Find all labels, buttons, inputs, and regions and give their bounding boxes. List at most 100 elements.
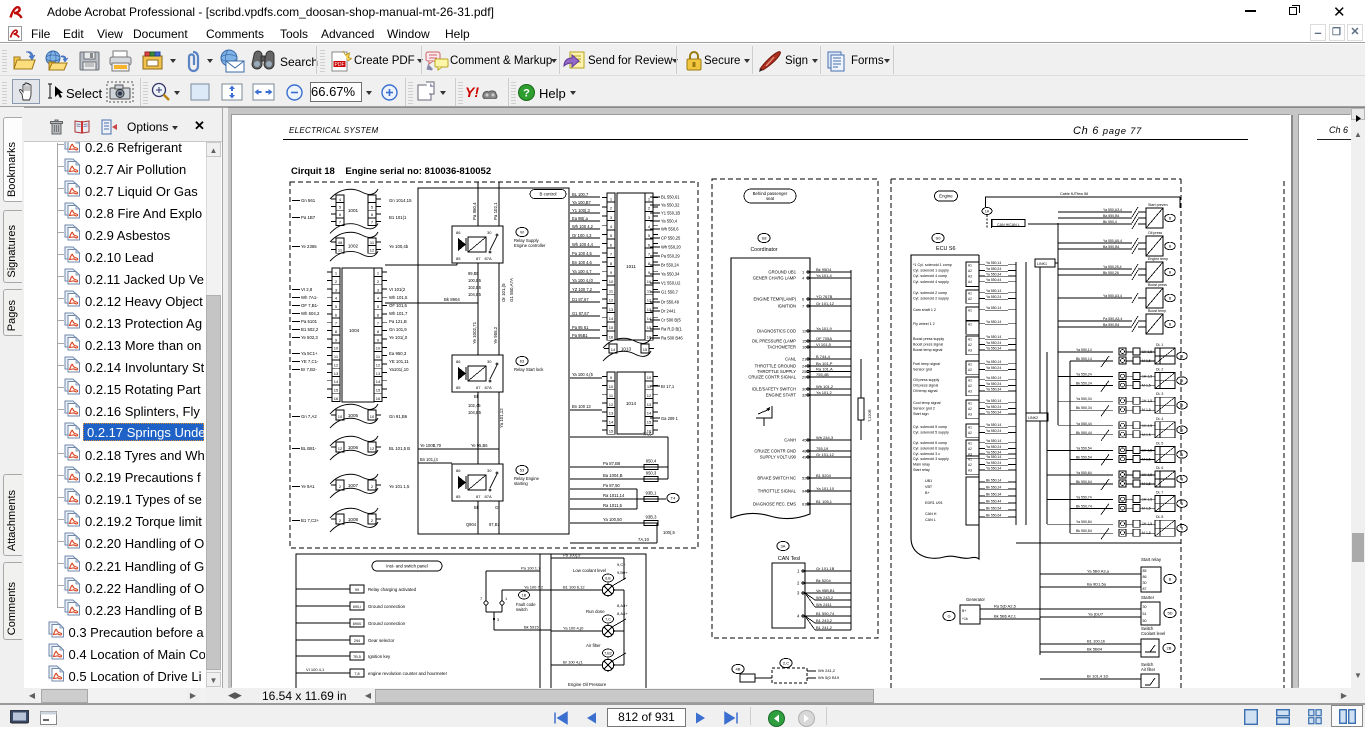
svg-text:B control: B control	[540, 192, 557, 197]
svg-text:DL 8: DL 8	[1156, 515, 1163, 519]
svg-text:Ya 550,34: Ya 550,34	[986, 272, 1001, 276]
svg-text:Air filter: Air filter	[586, 643, 601, 648]
svg-text:BL 101,5 B: BL 101,5 B	[389, 446, 410, 451]
svg-text:Ya 101,12: Ya 101,12	[499, 408, 504, 428]
svg-text:A3: A3	[968, 413, 972, 417]
svg-text:VI 100 4,1: VI 100 4,1	[306, 667, 325, 672]
svg-text:Ra 1011,5: Ra 1011,5	[603, 503, 623, 508]
svg-text:5: 5	[371, 204, 374, 209]
svg-text:A4: A4	[968, 280, 972, 284]
svg-text:Pa 87,50: Pa 87,50	[603, 483, 620, 488]
svg-text:B1 100 6,12: B1 100 6,12	[563, 585, 585, 590]
svg-text:Cyl. solenoid 2 comp: Cyl. solenoid 2 comp	[913, 291, 947, 295]
svg-text:A1: A1	[968, 378, 972, 382]
svg-text:B: B	[1169, 297, 1172, 301]
svg-text:B: B	[1181, 404, 1184, 408]
svg-text:Cyl. solenoid 6 supply: Cyl. solenoid 6 supply	[913, 447, 949, 451]
svg-text:Oil press signal: Oil press signal	[913, 384, 938, 388]
svg-text:21: 21	[802, 357, 807, 362]
svg-text:Wh 101,2: Wh 101,2	[816, 384, 834, 389]
svg-text:Ya 550,34: Ya 550,34	[986, 410, 1001, 414]
svg-text:Pa 5101: Pa 5101	[301, 319, 318, 324]
svg-text:Ya 550,34: Ya 550,34	[986, 387, 1001, 391]
svg-text:Ya 550,34: Ya 550,34	[1076, 397, 1092, 401]
svg-text:Bn 100 13: Bn 100 13	[572, 404, 591, 409]
svg-text:Dr 2441: Dr 2441	[661, 309, 676, 314]
svg-text:A3: A3	[968, 469, 972, 473]
svg-text:starting: starting	[514, 481, 528, 486]
svg-text:Ya 550,4: Ya 550,4	[661, 219, 678, 224]
svg-text:ECU S6: ECU S6	[936, 246, 955, 252]
svg-text:Ya 101,9: Ya 101,9	[816, 326, 832, 331]
svg-text:OF 101,6: OF 101,6	[389, 303, 408, 308]
svg-text:Gear selector: Gear selector	[368, 638, 395, 643]
svg-text:1008: 1008	[348, 517, 359, 522]
svg-text:7A,10: 7A,10	[638, 537, 650, 542]
svg-text:B: B	[1181, 379, 1184, 383]
svg-text:seat: seat	[766, 196, 775, 201]
svg-text:3A: 3A	[781, 544, 786, 549]
svg-text:+1b: +1b	[962, 617, 968, 621]
svg-text:Wh 550,20: Wh 550,20	[661, 245, 682, 250]
svg-text:87A: 87A	[485, 494, 492, 499]
svg-text:Engine temp: Engine temp	[1148, 257, 1168, 261]
svg-text:B: B	[1181, 527, 1184, 531]
svg-text:Ye 9A1: Ye 9A1	[301, 484, 315, 489]
svg-text:IDLE/SAFETY SWITCH: IDLE/SAFETY SWITCH	[752, 387, 796, 392]
svg-text:Engine: Engine	[939, 194, 953, 199]
svg-text:86: 86	[1143, 575, 1147, 579]
svg-text:UB1: UB1	[925, 479, 932, 483]
svg-text:Bk 550,14: Bk 550,14	[986, 478, 1001, 482]
svg-text:CANL: CANL	[785, 357, 797, 362]
svg-text:B 744,4: B 744,4	[816, 354, 831, 359]
svg-text:15: 15	[647, 420, 652, 425]
svg-text:Wh 244,3: Wh 244,3	[816, 435, 834, 440]
svg-text:13: 13	[376, 371, 381, 376]
svg-text:48: 48	[802, 449, 807, 454]
svg-text:G1 550,A7A: G1 550,A7A	[509, 278, 514, 302]
svg-text:Pa 1B7: Pa 1B7	[301, 215, 316, 220]
svg-text:48: 48	[338, 240, 343, 245]
svg-text:Cyl. solenoid 1 supply: Cyl. solenoid 1 supply	[913, 269, 949, 273]
svg-text:Cyl. solenoid 5 supply: Cyl. solenoid 5 supply	[913, 431, 949, 435]
svg-text:Dr 550,49: Dr 550,49	[661, 300, 680, 305]
svg-text:13: 13	[609, 411, 614, 416]
svg-text:10: 10	[647, 375, 652, 380]
svg-text:87A: 87A	[485, 385, 492, 390]
svg-text:1011: 1011	[626, 264, 636, 269]
svg-text:B: B	[1169, 245, 1172, 249]
svg-text:CAN H: CAN H	[925, 512, 937, 516]
svg-text:Ya 550,24: Ya 550,24	[986, 366, 1001, 370]
svg-text:Oil press supply: Oil press supply	[913, 378, 939, 382]
svg-text:THROTTLE SIGNAL: THROTTLE SIGNAL	[758, 489, 797, 494]
svg-text:Bn 100 4,6: Bn 100 4,6	[572, 260, 593, 265]
svg-text:Ground connection: Ground connection	[368, 604, 406, 609]
svg-text:4: 4	[335, 296, 338, 301]
svg-text:DL 5: DL 5	[1156, 441, 1163, 445]
svg-text:Cam shaft 1 2: Cam shaft 1 2	[913, 308, 936, 312]
svg-text:9: 9	[610, 375, 613, 380]
svg-text:A2: A2	[968, 431, 972, 435]
svg-text:Ba 550,B4: Ba 550,B4	[1103, 323, 1119, 327]
svg-text:Bk 550,34: Bk 550,34	[1076, 406, 1092, 410]
svg-text:30: 30	[1143, 581, 1147, 585]
svg-text:85: 85	[1143, 569, 1147, 573]
svg-text:Ya 101,10: Ya 101,10	[816, 486, 835, 491]
svg-text:87: 87	[1143, 587, 1147, 591]
svg-text:8: 8	[377, 329, 380, 334]
svg-text:Ya 550,A5,4: Ya 550,A5,4	[1103, 239, 1122, 243]
svg-text:Ya 550,34: Ya 550,34	[661, 272, 680, 277]
svg-text:Ya 550,14: Ya 550,14	[1076, 348, 1092, 352]
svg-text:6: 6	[802, 297, 805, 302]
svg-text:4: 4	[797, 614, 800, 619]
svg-text:Cyl. solenoid 3 supply: Cyl. solenoid 3 supply	[913, 457, 949, 461]
svg-text:Br 100 4,(1: Br 100 4,(1	[563, 660, 584, 665]
svg-text:ELECTRICAL SYSTEM: ELECTRICAL SYSTEM	[289, 126, 378, 135]
svg-text:Ya 100,B7: Ya 100,B7	[572, 200, 592, 205]
svg-text:14: 14	[609, 316, 614, 321]
svg-text:12: 12	[334, 362, 339, 367]
svg-text:Cr 500 B(5: Cr 500 B(5	[661, 318, 682, 323]
svg-text:16: 16	[376, 396, 381, 401]
svg-text:10: 10	[376, 346, 381, 351]
svg-text:YE 7,C1-: YE 7,C1-	[301, 359, 319, 364]
